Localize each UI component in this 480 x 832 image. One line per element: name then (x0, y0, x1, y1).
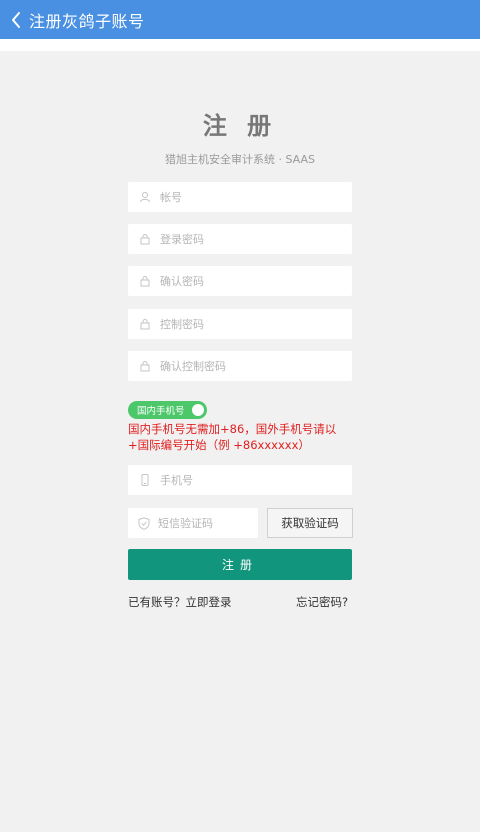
phone-input[interactable] (160, 465, 352, 495)
phone-format-notice: 国内手机号无需加+86，国外手机号请以+国际编号开始（例 +86xxxxxx） (128, 422, 337, 452)
top-bar: 注册灰鸽子账号 (0, 0, 480, 39)
page-title: 注册灰鸽子账号 (29, 11, 145, 31)
confirm-control-password-field[interactable] (128, 351, 352, 381)
control-password-field[interactable] (128, 309, 352, 339)
toggle-label: 国内手机号 (137, 406, 185, 417)
phone-field[interactable] (128, 465, 352, 495)
login-link[interactable]: 已有账号？立即登录 (128, 594, 232, 610)
lock-icon (138, 359, 152, 373)
control-password-input[interactable] (160, 309, 352, 339)
form-subtitle: 猎旭主机安全审计系统 · SAAS (164, 153, 315, 166)
password-field[interactable] (128, 224, 352, 254)
account-field[interactable] (128, 182, 352, 212)
confirm-password-input[interactable] (160, 266, 352, 296)
confirm-control-password-input[interactable] (160, 351, 352, 381)
lock-icon (138, 317, 152, 331)
forgot-password-link[interactable]: 忘记密码? (296, 594, 348, 610)
phone-icon (138, 473, 152, 487)
get-code-button[interactable]: 获取验证码 (267, 508, 353, 538)
sms-code-field[interactable] (128, 508, 303, 538)
account-input[interactable] (160, 182, 352, 212)
form-title: 注 册 (202, 112, 278, 140)
chevron-left-icon (12, 11, 20, 28)
password-input[interactable] (160, 224, 352, 254)
lock-icon (138, 232, 152, 246)
toggle-knob (192, 404, 204, 416)
header-divider (0, 39, 480, 51)
register-button[interactable]: 注册 (128, 549, 352, 580)
confirm-password-field[interactable] (128, 266, 352, 296)
domestic-phone-toggle[interactable]: 国内手机号 (128, 401, 207, 419)
shield-check-icon (138, 516, 150, 530)
back-button[interactable] (5, 0, 27, 39)
lock-icon (138, 274, 152, 288)
user-icon (138, 190, 152, 204)
